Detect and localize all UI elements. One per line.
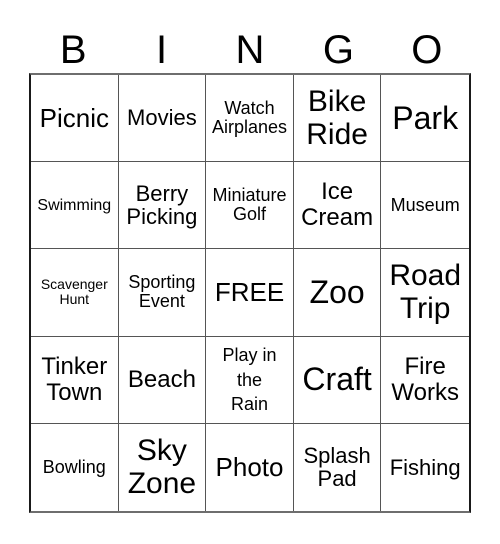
cell-label: Watch Airplanes	[211, 97, 288, 138]
bingo-cell[interactable]: Miniature Golf	[206, 162, 294, 250]
bingo-cell[interactable]: Splash Pad	[294, 423, 382, 511]
bingo-board: Picnic Movies Watch Airplanes Bike Ride …	[29, 73, 471, 513]
bingo-cell free-space[interactable]: FREE	[206, 249, 294, 337]
bingo-cell[interactable]: Berry Picking	[118, 162, 207, 250]
bingo-cell[interactable]: Movies	[118, 75, 207, 163]
cell-label: Miniature Golf	[212, 184, 287, 225]
bingo-cell[interactable]: Ice Cream	[293, 162, 382, 250]
cell-label: Fire Works	[391, 352, 459, 406]
bingo-cell[interactable]: Bowling	[31, 423, 119, 511]
bingo-cell[interactable]: Sky Zone	[119, 423, 207, 511]
cell-label: Berry Picking	[126, 180, 198, 230]
cell-label: Photo	[215, 452, 284, 483]
cell-label: Road Trip	[389, 258, 462, 326]
bingo-header: B I N G O	[29, 28, 471, 72]
bingo-cell[interactable]: Zoo	[293, 249, 382, 337]
cell-label: Fishing	[389, 454, 461, 480]
cell-label: Ice Cream	[301, 178, 374, 232]
bingo-cell[interactable]: Play in the Rain	[206, 336, 294, 424]
cell-label: Splash Pad	[303, 442, 371, 492]
cell-label: Swimming	[37, 196, 112, 214]
cell-label: Sky Zone	[127, 433, 197, 501]
cell-label: Museum	[390, 194, 460, 215]
bingo-cell[interactable]: Swimming	[31, 162, 119, 250]
cell-label: Tinker Town	[41, 352, 108, 406]
header-letter-i: I	[156, 28, 168, 72]
cell-label: Bike Ride	[306, 84, 368, 152]
cell-label: Movies	[127, 105, 197, 131]
bingo-cell[interactable]: Museum	[381, 162, 469, 250]
cell-label: Zoo	[309, 274, 365, 311]
bingo-cell[interactable]: Picnic	[31, 75, 119, 163]
header-letter-n: N	[235, 28, 265, 72]
cell-label: Park	[392, 99, 459, 136]
bingo-cell[interactable]: Fishing	[381, 424, 469, 511]
bingo-cell[interactable]: Craft	[293, 336, 382, 424]
cell-label: Scavenger Hunt	[40, 276, 108, 308]
bingo-cell[interactable]: Road Trip	[381, 249, 469, 337]
bingo-cell[interactable]: Bike Ride	[293, 75, 382, 163]
cell-label: Beach	[127, 365, 196, 393]
bingo-cell[interactable]: Sporting Event	[118, 249, 207, 337]
bingo-cell[interactable]: Watch Airplanes	[206, 75, 294, 163]
bingo-cell[interactable]: Scavenger Hunt	[31, 249, 119, 337]
bingo-cell[interactable]: Tinker Town	[31, 336, 119, 424]
header-letter-g: G	[322, 28, 354, 72]
bingo-cell[interactable]: Beach	[118, 336, 207, 424]
cell-label: Sporting Event	[128, 272, 196, 312]
cell-label: Bowling	[42, 456, 106, 477]
header-letter-o: O	[411, 28, 443, 72]
bingo-cell[interactable]: Photo	[206, 423, 294, 511]
cell-label: Craft	[302, 361, 372, 398]
bingo-cell[interactable]: Fire Works	[381, 337, 469, 424]
cell-label: Picnic	[39, 103, 109, 134]
cell-label: Play in the Rain	[222, 345, 277, 414]
free-space-label: FREE	[214, 277, 285, 308]
bingo-cell[interactable]: Park	[381, 75, 469, 163]
header-letter-b: B	[59, 28, 87, 72]
